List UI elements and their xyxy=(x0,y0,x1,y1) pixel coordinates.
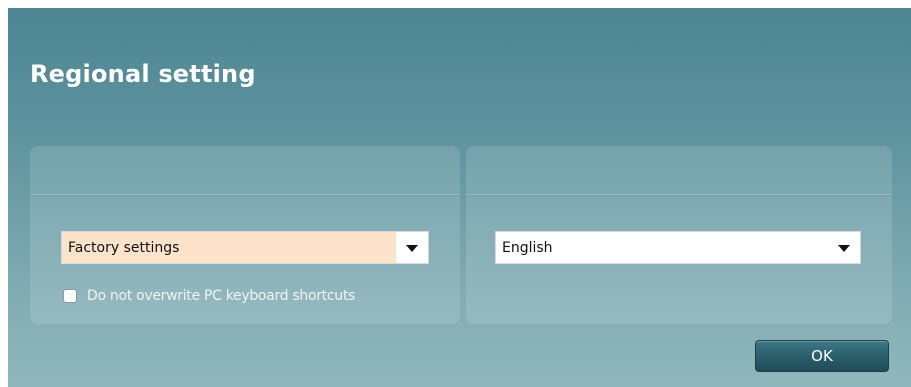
keyboard-settings-panel: Factory settings Do not overwrite PC key… xyxy=(30,146,460,324)
keyboard-settings-dropdown[interactable]: Factory settings xyxy=(61,231,429,264)
dropdown-value: Factory settings xyxy=(68,239,180,256)
regional-setting-dialog: Regional setting Factory settings Do not… xyxy=(8,8,911,387)
dialog-title: Regional setting xyxy=(30,60,256,88)
language-panel: English xyxy=(466,146,892,324)
chevron-down-icon[interactable] xyxy=(406,245,418,252)
checkbox-label: Do not overwrite PC keyboard shortcuts xyxy=(87,288,356,304)
panel-header xyxy=(30,146,460,195)
language-dropdown[interactable]: English xyxy=(495,231,861,264)
overwrite-shortcuts-option[interactable]: Do not overwrite PC keyboard shortcuts xyxy=(63,288,355,304)
chevron-down-icon[interactable] xyxy=(838,245,850,252)
panel-header xyxy=(466,146,892,195)
ok-button[interactable]: OK xyxy=(755,340,889,372)
dropdown-value: English xyxy=(502,239,553,256)
overwrite-shortcuts-checkbox[interactable] xyxy=(63,289,77,303)
